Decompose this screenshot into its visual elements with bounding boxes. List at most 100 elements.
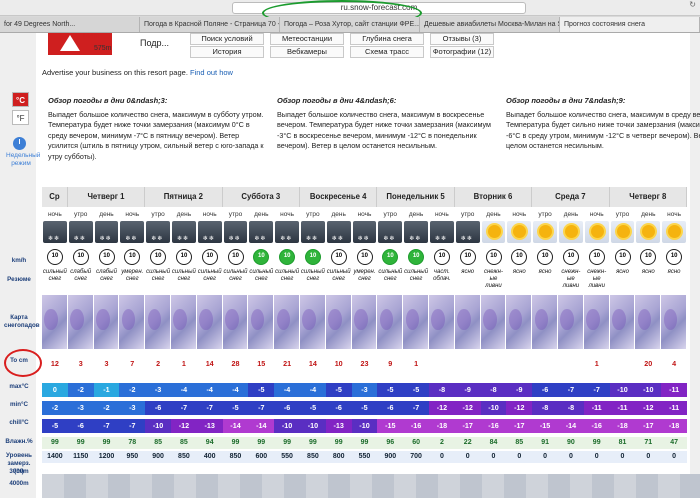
- browser-tab-2[interactable]: Погода – Роза Хутор, сайт станции ФРЕ...: [280, 17, 420, 32]
- weather-summary: ясно: [538, 269, 552, 275]
- mountain-icon: [60, 35, 80, 51]
- advert-link[interactable]: Find out how: [190, 68, 233, 77]
- day-header[interactable]: Четверг 1: [67, 187, 146, 207]
- row-label-map: Карта снегопадов: [4, 314, 40, 329]
- snowfall-map[interactable]: [196, 295, 223, 349]
- chill-c-cell: -15: [377, 419, 404, 433]
- snowfall-map[interactable]: [325, 295, 352, 349]
- snow-cm-cell: 10: [325, 357, 352, 370]
- snowfall-map[interactable]: [377, 295, 404, 349]
- weather-summary: сильный снег: [223, 269, 248, 282]
- day-header[interactable]: Воскресенье 4: [300, 187, 378, 207]
- snow-cm-cell: 7: [119, 357, 146, 370]
- snowfall-map[interactable]: [583, 295, 610, 349]
- snowfall-map[interactable]: [300, 295, 326, 349]
- max-c-cell: -5: [248, 383, 275, 397]
- snowfall-map[interactable]: [274, 295, 300, 349]
- min-c-cell: -2: [42, 401, 68, 415]
- day-header[interactable]: Среда 7: [532, 187, 610, 207]
- nav-photos[interactable]: Фотографии (12): [430, 46, 494, 58]
- chill-c-cell: -14: [558, 419, 584, 433]
- day-header[interactable]: Пятница 2: [145, 187, 223, 207]
- snowflake-icon: ❄❄: [357, 236, 370, 242]
- nav-snow-depth[interactable]: Глубина снега: [350, 33, 424, 45]
- resort-name[interactable]: Подр...: [140, 38, 169, 48]
- nav-history[interactable]: История: [190, 46, 264, 58]
- time-label: утро: [538, 211, 552, 218]
- max-c-cell: -4: [274, 383, 300, 397]
- snowfall-map[interactable]: [248, 295, 275, 349]
- snowfall-map[interactable]: [558, 295, 584, 349]
- snow-cm-cell: 12: [42, 357, 68, 370]
- min-c-cell: -12: [454, 401, 481, 415]
- day-header[interactable]: Суббота 3: [222, 187, 300, 207]
- snowfall-map[interactable]: [480, 295, 507, 349]
- snowfall-map[interactable]: [93, 295, 120, 349]
- time-label: ночь: [357, 211, 372, 218]
- day-header[interactable]: Вторник 6: [454, 187, 533, 207]
- snowfall-map[interactable]: [454, 295, 481, 349]
- snowfall-map[interactable]: [351, 295, 378, 349]
- min-c-cell: -8: [558, 401, 584, 415]
- nav-webcams[interactable]: Вебкамеры: [270, 46, 344, 58]
- browser-tab-0[interactable]: for 49 Degrees North...: [0, 17, 140, 32]
- snowfall-map[interactable]: [661, 295, 687, 349]
- wind-icon: 10: [485, 249, 502, 265]
- snowfall-map[interactable]: [635, 295, 662, 349]
- snowfall-map[interactable]: [42, 295, 68, 349]
- summary-1-text: Выпадет большое количество снега, максим…: [48, 109, 264, 161]
- fahrenheit-toggle[interactable]: °F: [12, 110, 29, 125]
- summary-3-text: Выпадет большое количество снега, максим…: [506, 109, 700, 151]
- humidity-cell: 96: [377, 437, 404, 449]
- max-c-cell: -11: [661, 383, 687, 397]
- browser-tab-1[interactable]: Погода в Красной Поляне - Страница 70 - …: [140, 17, 280, 32]
- freezing-level-cell: 550: [274, 451, 300, 463]
- time-label: день: [486, 211, 501, 218]
- min-c-cell: -2: [93, 401, 120, 415]
- browser-tab-4[interactable]: Прогноз состояния снега: [560, 17, 700, 32]
- nav-weather-stations[interactable]: Метеостанции: [270, 33, 344, 45]
- max-c-cell: 0: [42, 383, 68, 397]
- snowfall-map[interactable]: [532, 295, 558, 349]
- snowfall-map[interactable]: [506, 295, 533, 349]
- row-label-lvl4000: 4000m: [9, 480, 29, 487]
- snowfall-map[interactable]: [145, 295, 171, 349]
- day-header[interactable]: Понедельник 5: [377, 187, 455, 207]
- advert-text: Advertise your business on this resort p…: [42, 68, 188, 77]
- max-c-cell: -9: [506, 383, 533, 397]
- weather-icon: ❄❄: [430, 221, 454, 243]
- snow-cm-cell: 1: [171, 357, 197, 370]
- day-header[interactable]: Четверг 8: [609, 187, 687, 207]
- summary-1: Обзор погоды в дни 0&ndash;3: Выпадет бо…: [48, 96, 268, 162]
- snowfall-map[interactable]: [222, 295, 249, 349]
- time-label: утро: [151, 211, 165, 218]
- weather-icon: ❄❄: [172, 221, 196, 243]
- snowfall-map[interactable]: [67, 295, 94, 349]
- humidity-cell: 99: [351, 437, 378, 449]
- time-label: утро: [306, 211, 320, 218]
- max-c-cell: -8: [480, 383, 507, 397]
- time-label: утро: [383, 211, 398, 218]
- browser-tab-3[interactable]: Дешевые авиабилеты Москва-Милан на S...: [420, 17, 560, 32]
- humidity-cell: 47: [661, 437, 687, 449]
- nav-reviews[interactable]: Отзывы (3): [430, 33, 494, 45]
- max-c-cell: -10: [609, 383, 636, 397]
- humidity-cell: 99: [42, 437, 68, 449]
- snowfall-map[interactable]: [171, 295, 197, 349]
- day-header[interactable]: Ср: [42, 187, 68, 207]
- snowfall-map[interactable]: [119, 295, 146, 349]
- snow-cm-cell: 15: [248, 357, 275, 370]
- nav-trail-map[interactable]: Схема трасс: [350, 46, 424, 58]
- freezing-level-chart: [42, 474, 700, 498]
- weather-summary: ясно: [616, 269, 629, 275]
- snowfall-map[interactable]: [429, 295, 455, 349]
- snowfall-map[interactable]: [403, 295, 429, 349]
- snowfall-map[interactable]: [609, 295, 636, 349]
- nav-search-conditions[interactable]: Поиск условий: [190, 33, 264, 45]
- celsius-toggle[interactable]: °C: [12, 92, 29, 107]
- weather-summary: сильный снег: [326, 269, 351, 282]
- clock-icon[interactable]: [13, 137, 26, 150]
- weekly-mode-label[interactable]: Недельный режим: [6, 152, 40, 168]
- max-c-cell: -3: [145, 383, 171, 397]
- reload-icon[interactable]: ↻: [689, 0, 696, 9]
